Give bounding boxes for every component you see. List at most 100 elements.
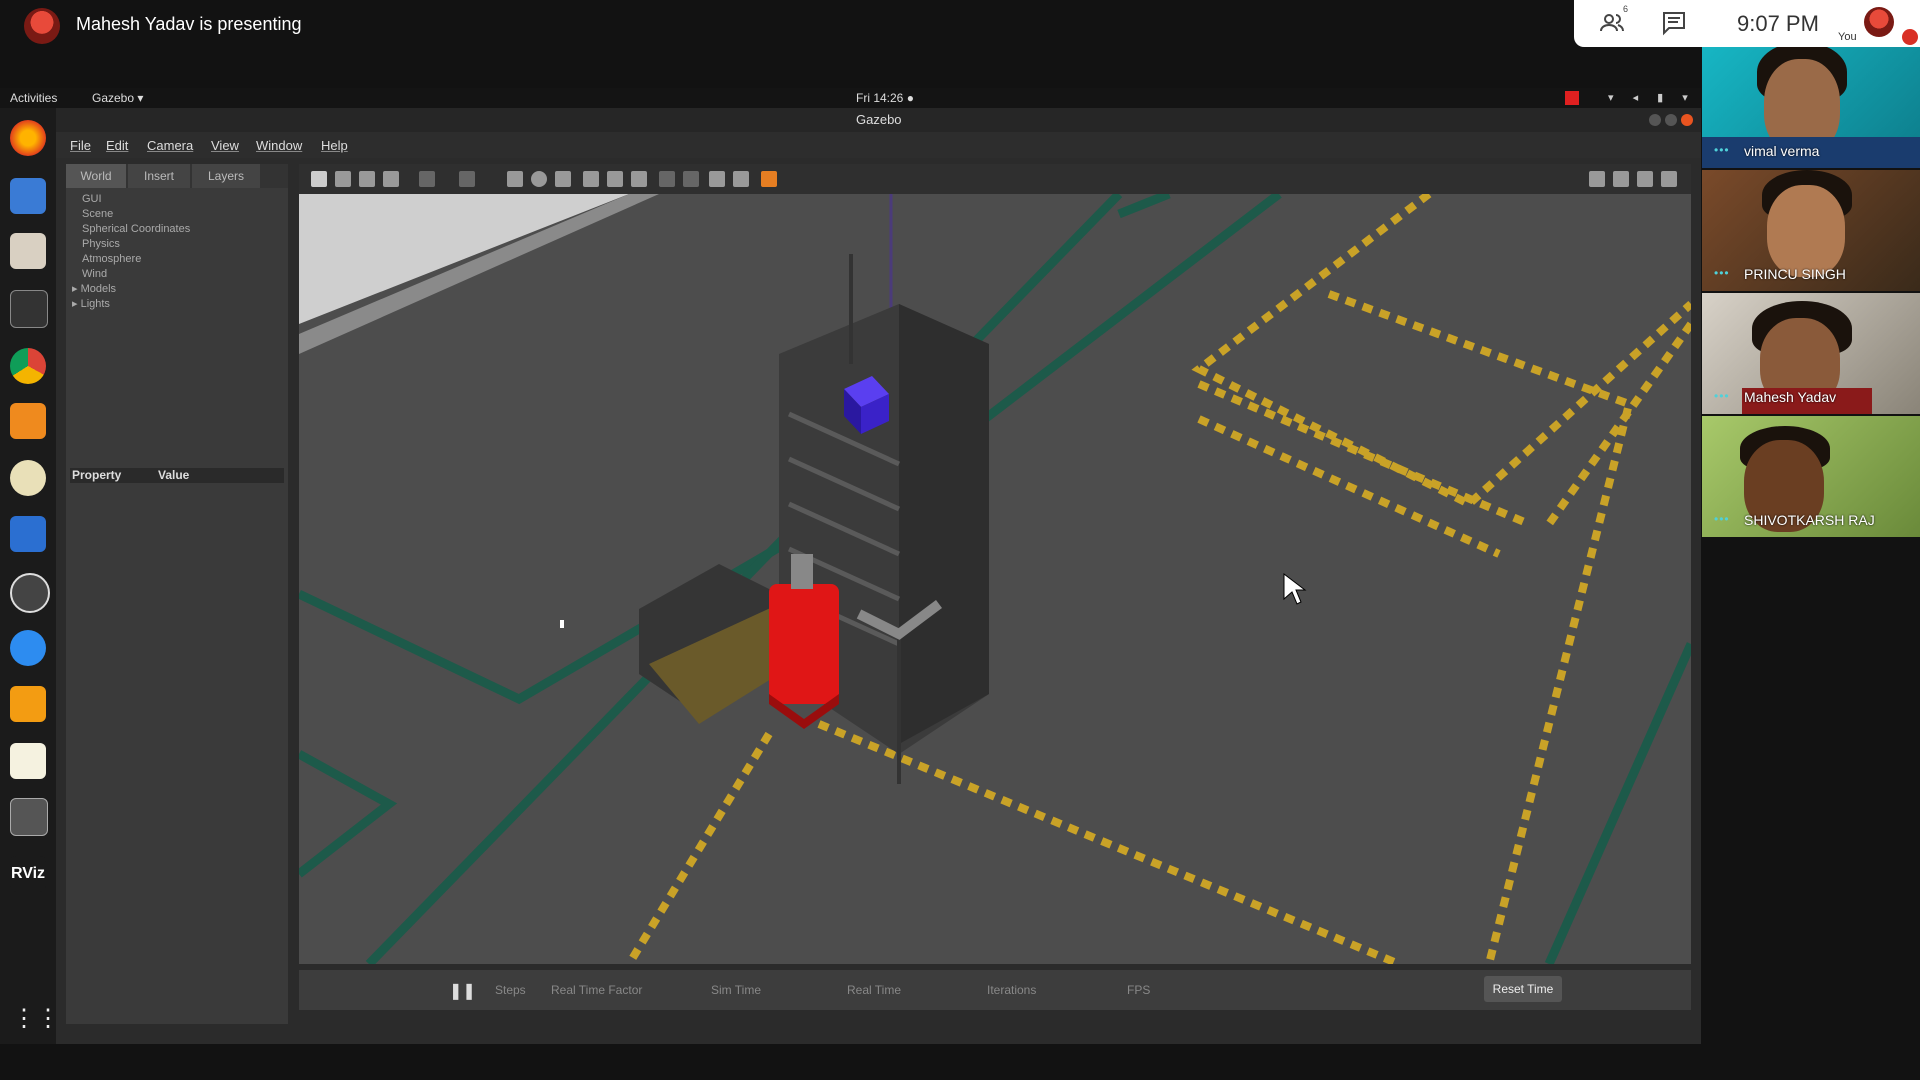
cylinder-shape-icon[interactable]: [555, 171, 571, 187]
menu-help[interactable]: Help: [321, 138, 348, 153]
writer-icon[interactable]: [10, 516, 46, 552]
property-column-header: Property: [72, 468, 122, 482]
participant-name: Mahesh Yadav: [1744, 389, 1837, 405]
presenting-text: Mahesh Yadav is presenting: [76, 14, 302, 34]
audio-indicator-icon: •••: [1714, 266, 1730, 280]
rhythmbox-icon[interactable]: [10, 460, 46, 496]
tree-item-lights-label: Lights: [80, 298, 110, 310]
participant-name: PRINCU SINGH: [1744, 266, 1846, 282]
point-light-icon[interactable]: [583, 171, 599, 187]
desktop-clock[interactable]: Fri 14:26 ●: [856, 91, 914, 105]
directional-light-icon[interactable]: [631, 171, 647, 187]
meeting-clock: 9:07 PM: [1737, 11, 1819, 36]
scene-toolbar: [299, 164, 1691, 194]
app-grid-icon[interactable]: ⋮⋮⋮: [12, 1003, 84, 1035]
log-icon[interactable]: [1613, 171, 1629, 187]
redo-icon[interactable]: [459, 171, 475, 187]
tree-item-scene[interactable]: Scene: [82, 207, 190, 222]
tree-item-lights[interactable]: ▸ Lights: [72, 297, 190, 312]
time-panel: ❚❚ Steps Real Time Factor Sim Time Real …: [299, 970, 1691, 1010]
you-label: You: [1838, 31, 1857, 43]
audio-indicator-icon: •••: [1714, 512, 1730, 526]
change-view-icon[interactable]: [761, 171, 777, 187]
undo-icon[interactable]: [419, 171, 435, 187]
participant-tile[interactable]: ••• PRINCU SINGH: [1702, 170, 1920, 291]
system-tray-icons[interactable]: ▾ ◂ ▮ ▾: [1608, 91, 1696, 104]
self-avatar[interactable]: [1864, 7, 1894, 37]
sphere-shape-icon[interactable]: [531, 171, 547, 187]
activities-button[interactable]: Activities: [10, 91, 57, 105]
tree-item-spherical-coordinates[interactable]: Spherical Coordinates: [82, 222, 190, 237]
menu-view[interactable]: View: [211, 138, 239, 153]
menu-file[interactable]: File: [70, 138, 91, 153]
tree-item-gui[interactable]: GUI: [82, 192, 190, 207]
scale-mode-icon[interactable]: [383, 171, 399, 187]
translate-mode-icon[interactable]: [335, 171, 351, 187]
tab-world[interactable]: World: [66, 164, 126, 188]
chat-icon[interactable]: [1660, 9, 1688, 37]
firefox-icon[interactable]: [10, 120, 46, 156]
participant-tile[interactable]: ••• vimal verma: [1702, 47, 1920, 168]
hand-cursor-icon: [560, 620, 564, 628]
menu-window[interactable]: Window: [256, 138, 302, 153]
menu-edit[interactable]: Edit: [106, 138, 128, 153]
screenshot-icon[interactable]: [1589, 171, 1605, 187]
gazebo-menubar: File Edit Camera View Window Help: [56, 132, 1701, 158]
audio-indicator-icon: •••: [1714, 389, 1730, 403]
meet-top-bar: Mahesh Yadav is presenting 6 9:07 PM You: [0, 0, 1920, 52]
tab-layers[interactable]: Layers: [192, 164, 260, 188]
fps-label: FPS: [1127, 983, 1151, 997]
mic-off-icon: [1902, 29, 1918, 45]
gazebo-titlebar: Gazebo: [56, 108, 1701, 132]
presenter-avatar: [24, 8, 60, 44]
maximize-icon[interactable]: [1665, 114, 1677, 126]
gazebo-window: Gazebo File Edit Camera View Window Help…: [56, 108, 1701, 1044]
participant-tile[interactable]: ••• Mahesh Yadav: [1702, 293, 1920, 414]
gazebo-dock-icon[interactable]: [10, 798, 48, 836]
tree-item-atmosphere[interactable]: Atmosphere: [82, 252, 190, 267]
menu-camera[interactable]: Camera: [147, 138, 193, 153]
record-icon: [1565, 91, 1579, 105]
minimize-icon[interactable]: [1649, 114, 1661, 126]
audio-indicator-icon: •••: [1714, 143, 1730, 157]
help-icon[interactable]: [10, 630, 46, 666]
snap-icon[interactable]: [733, 171, 749, 187]
tree-item-models[interactable]: ▸ Models: [72, 282, 190, 297]
tree-item-physics[interactable]: Physics: [82, 237, 190, 252]
copy-icon[interactable]: [659, 171, 675, 187]
rviz-icon[interactable]: RViz: [10, 856, 46, 892]
text-editor-icon[interactable]: [10, 743, 46, 779]
align-icon[interactable]: [709, 171, 725, 187]
software-center-icon[interactable]: [10, 403, 46, 439]
video-record-icon[interactable]: [1661, 171, 1677, 187]
people-count: 6: [1623, 4, 1629, 14]
tab-insert[interactable]: Insert: [128, 164, 190, 188]
app-menu[interactable]: Gazebo ▾: [92, 91, 143, 105]
reset-time-button[interactable]: Reset Time: [1484, 976, 1562, 1002]
property-header: Property Value: [70, 468, 284, 483]
select-mode-icon[interactable]: [311, 171, 327, 187]
spot-light-icon[interactable]: [607, 171, 623, 187]
steps-label: Steps: [495, 983, 526, 997]
paste-icon[interactable]: [683, 171, 699, 187]
box-shape-icon[interactable]: [507, 171, 523, 187]
people-icon[interactable]: [1598, 9, 1626, 37]
participant-tile[interactable]: ••• SHIVOTKARSH RAJ: [1702, 416, 1920, 537]
real-time-factor-label: Real Time Factor: [551, 983, 643, 997]
software-updater-icon[interactable]: [10, 573, 50, 613]
pause-icon[interactable]: ❚❚: [449, 981, 476, 1001]
3d-viewport[interactable]: [299, 164, 1691, 964]
files-icon[interactable]: [10, 233, 46, 269]
chrome-icon[interactable]: [10, 348, 46, 384]
world-panel: World Insert Layers GUI Scene Spherical …: [66, 164, 288, 1024]
thunderbird-icon[interactable]: [10, 178, 46, 214]
sublime-text-icon[interactable]: [10, 686, 46, 722]
close-icon[interactable]: [1681, 114, 1693, 126]
rotate-mode-icon[interactable]: [359, 171, 375, 187]
terminal-icon[interactable]: [10, 290, 48, 328]
plot-icon[interactable]: [1637, 171, 1653, 187]
gazebo-scene: [299, 194, 1691, 964]
tree-item-wind[interactable]: Wind: [82, 267, 190, 282]
sim-time-label: Sim Time: [711, 983, 762, 997]
participant-name: SHIVOTKARSH RAJ: [1744, 512, 1875, 528]
